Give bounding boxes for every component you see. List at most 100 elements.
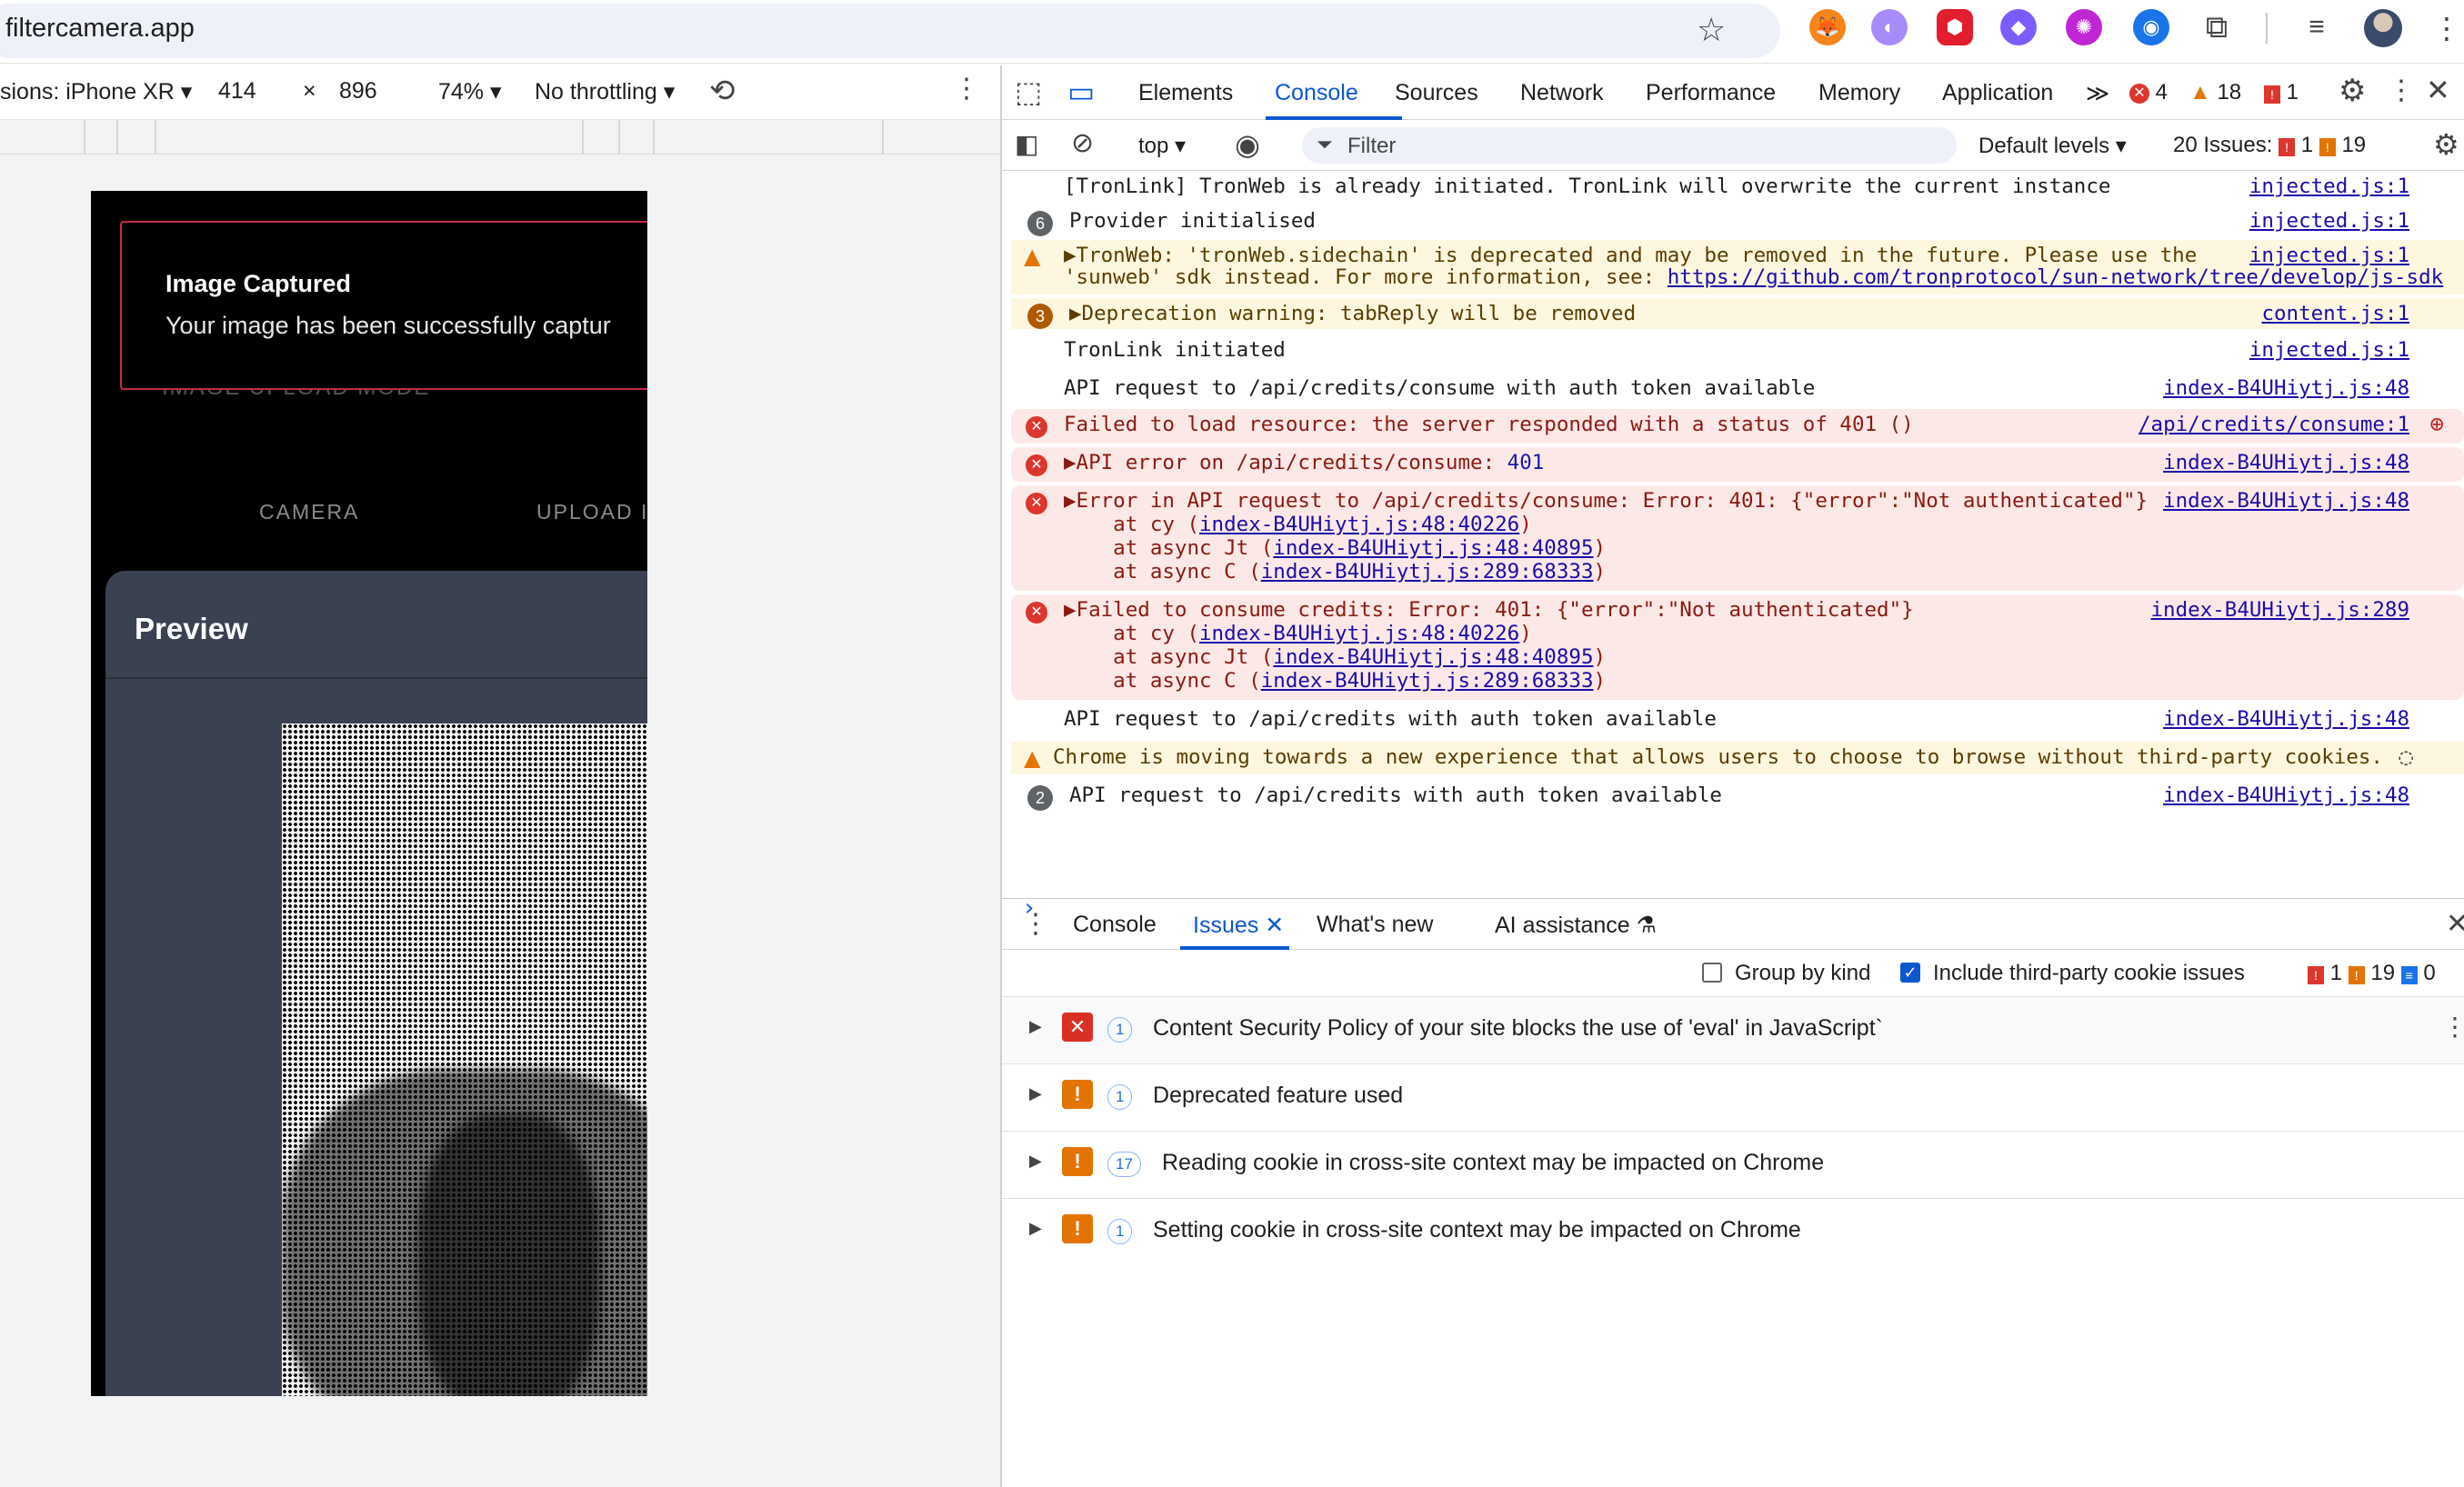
zoom-select[interactable]: 74% ▾	[438, 78, 502, 105]
log-levels-select[interactable]: Default levels ▾	[1978, 133, 2127, 159]
drawer-tab-issues[interactable]: Issues ✕	[1193, 912, 1284, 939]
live-expression-eye-icon[interactable]: ◉	[1235, 127, 1260, 162]
source-link[interactable]: index-B4UHiytj.js:48	[2163, 376, 2409, 400]
error-counter[interactable]: ✕ 4	[2129, 80, 2168, 105]
source-link[interactable]: content.js:1	[2261, 302, 2409, 325]
stack-link[interactable]: index-B4UHiytj.js:289:68333	[1261, 560, 1594, 584]
ublock-extension-icon[interactable]: ⬢	[1937, 9, 1973, 45]
expand-arrow-icon[interactable]: ▶	[1029, 1084, 1042, 1103]
issue-row[interactable]: ▶ ✕ 1 Content Security Policy of your si…	[1002, 997, 2464, 1064]
tab-performance[interactable]: Performance	[1646, 80, 1776, 106]
include-third-party-checkbox[interactable]: ✓	[1900, 963, 1920, 983]
stack-link[interactable]: index-B4UHiytj.js:289:68333	[1261, 669, 1594, 693]
issue-row[interactable]: ▶ ! 17 Reading cookie in cross-site cont…	[1002, 1132, 2464, 1199]
clear-console-icon[interactable]: ⊘	[1071, 127, 1094, 159]
source-link[interactable]: index-B4UHiytj.js:289	[2151, 598, 2409, 622]
expand-arrow-icon[interactable]: ▶	[1029, 1219, 1042, 1238]
device-width-input[interactable]: 414	[218, 78, 256, 105]
more-tabs-icon[interactable]: ≫	[2086, 80, 2109, 107]
tab-console[interactable]: Console	[1275, 80, 1358, 106]
close-drawer-icon[interactable]: ✕	[2446, 908, 2464, 940]
source-link[interactable]: injected.js:1	[2249, 244, 2409, 267]
warning-counter[interactable]: ▲ 18	[2189, 80, 2241, 105]
crystal-extension-icon[interactable]: ◆	[2000, 9, 2037, 45]
message-text[interactable]: ▶Deprecation warning: tabReply will be r…	[1069, 302, 1636, 325]
filter-input[interactable]	[1302, 127, 1957, 164]
profile-avatar[interactable]	[2364, 9, 2402, 47]
bookmark-star-icon[interactable]: ☆	[1697, 11, 1726, 49]
issue-counter[interactable]: ! 1	[2264, 80, 2299, 105]
source-link[interactable]: injected.js:1	[2249, 175, 2409, 198]
drawer-menu-icon[interactable]: ⋮	[1022, 908, 1049, 940]
stack-link[interactable]: index-B4UHiytj.js:48:40226	[1199, 513, 1519, 536]
close-tab-icon[interactable]: ✕	[1265, 913, 1284, 938]
error-icon: ✕	[2129, 84, 2149, 104]
media-control-icon[interactable]: ≡	[2299, 9, 2335, 45]
issues-summary-button[interactable]: 20 Issues: ! 1 ! 19	[2173, 133, 2366, 158]
message-text[interactable]: ▶Failed to consume credits: Error: 401: …	[1064, 598, 1914, 622]
tab-sources[interactable]: Sources	[1395, 80, 1478, 106]
source-link[interactable]: /api/credits/consume:1	[2138, 413, 2409, 436]
browser-menu-icon[interactable]: ⋮	[2432, 11, 2461, 45]
source-link[interactable]: index-B4UHiytj.js:48	[2163, 489, 2409, 513]
error-count: 4	[2155, 80, 2169, 105]
device-toolbar-menu-icon[interactable]: ⋮	[953, 73, 980, 105]
url-text[interactable]: filtercamera.app	[5, 14, 195, 44]
source-link[interactable]: index-B4UHiytj.js:48	[2163, 783, 2409, 807]
issues-empty-area	[1002, 1262, 2464, 1487]
source-link[interactable]: injected.js:1	[2249, 338, 2409, 362]
message-text[interactable]: ▶TronWeb: 'tronWeb.sidechain' is depreca…	[1064, 244, 2197, 267]
upload-tab[interactable]: UPLOAD I	[536, 500, 647, 524]
tab-network[interactable]: Network	[1520, 80, 1604, 106]
drawer-tab-ai-assistance[interactable]: AI assistance ⚗	[1495, 912, 1657, 939]
stack-link[interactable]: index-B4UHiytj.js:48:40226	[1199, 622, 1519, 645]
issue-row[interactable]: ▶ ! 1 Setting cookie in cross-site conte…	[1002, 1199, 2464, 1266]
address-bar[interactable]: filtercamera.app ☆	[0, 4, 1780, 58]
stack-frame: at async Jt (	[1064, 645, 1274, 669]
tab-application[interactable]: Application	[1942, 80, 2053, 106]
circle-extension-icon[interactable]: ◉	[2133, 9, 2169, 45]
settings-gear-icon[interactable]: ⚙	[2339, 73, 2366, 109]
brain-extension-icon[interactable]: ✺	[2066, 9, 2102, 45]
issue-error-icon: !	[2308, 966, 2324, 984]
message-text[interactable]: ▶Error in API request to /api/credits/co…	[1064, 489, 2148, 513]
stack-link[interactable]: index-B4UHiytj.js:48:40895	[1273, 536, 1593, 560]
issue-menu-icon[interactable]: ⋮	[2442, 1012, 2464, 1042]
expand-arrow-icon[interactable]: ▶	[1029, 1017, 1042, 1036]
group-by-kind-checkbox[interactable]	[1702, 963, 1722, 983]
devtools-menu-icon[interactable]: ⋮	[2388, 75, 2415, 106]
expand-arrow-icon[interactable]: ▶	[1029, 1152, 1042, 1171]
image-captured-toast[interactable]: Image Captured Your image has been succe…	[120, 221, 647, 390]
message-text: 'sunweb' sdk instead. For more informati…	[1064, 265, 1668, 289]
cookie-icon[interactable]: ◌	[2399, 744, 2413, 771]
rotate-icon[interactable]: ⟲	[709, 73, 736, 109]
camera-tab[interactable]: CAMERA	[259, 500, 359, 524]
device-height-input[interactable]: 896	[339, 78, 377, 105]
issue-count-badge: 1	[1107, 1017, 1133, 1043]
stack-link[interactable]: index-B4UHiytj.js:48:40895	[1273, 645, 1593, 669]
devtools-tabbar: ⬚ ▭ Elements Console Sources Network Per…	[1002, 65, 2464, 120]
throttling-select[interactable]: No throttling ▾	[535, 78, 675, 105]
drawer-tab-console[interactable]: Console	[1073, 912, 1157, 938]
close-devtools-icon[interactable]: ✕	[2426, 73, 2450, 107]
sidebar-toggle-icon[interactable]: ◧	[1015, 129, 1038, 159]
console-settings-icon[interactable]: ⚙	[2433, 127, 2459, 162]
inspect-element-icon[interactable]: ⬚	[1015, 75, 1042, 109]
github-link[interactable]: https://github.com/tronprotocol/sun-netw…	[1668, 265, 2443, 289]
source-link[interactable]: index-B4UHiytj.js:48	[2163, 451, 2409, 474]
metamask-extension-icon[interactable]: 🦊	[1809, 9, 1846, 45]
issue-row[interactable]: ▶ ! 1 Deprecated feature used	[1002, 1064, 2464, 1132]
tab-elements[interactable]: Elements	[1138, 80, 1233, 106]
phantom-extension-icon[interactable]: ◐	[1871, 9, 1908, 45]
tab-memory[interactable]: Memory	[1818, 80, 1900, 106]
device-select[interactable]: sions: iPhone XR ▾	[0, 78, 192, 105]
console-warning: 3 ▶Deprecation warning: tabReply will be…	[1011, 298, 2464, 329]
device-toggle-icon[interactable]: ▭	[1067, 75, 1095, 109]
drawer-tab-whats-new[interactable]: What's new	[1317, 912, 1433, 938]
source-link[interactable]: injected.js:1	[2249, 209, 2409, 233]
message-text[interactable]: ▶API error on /api/credits/consume:	[1064, 451, 1507, 474]
extensions-puzzle-icon[interactable]: ⧉	[2199, 9, 2235, 45]
source-link[interactable]: index-B4UHiytj.js:48	[2163, 707, 2409, 731]
context-select[interactable]: top ▾	[1138, 133, 1186, 159]
network-request-icon[interactable]: ⊕	[2429, 411, 2444, 438]
